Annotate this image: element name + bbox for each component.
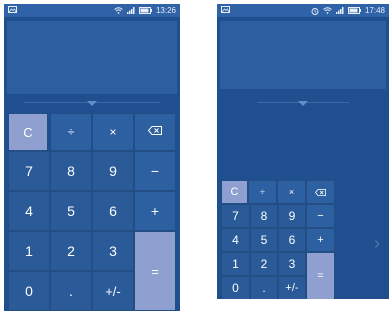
backspace-icon — [314, 183, 326, 201]
battery-icon — [138, 7, 152, 14]
alarm-icon — [311, 7, 319, 15]
calculator-screen-large: 13:26 C ÷ × 7 8 9 − 4 5 6 + 1 2 3 = 0 . … — [4, 4, 180, 311]
multiply-button[interactable]: × — [277, 180, 306, 204]
calculator-display — [7, 21, 177, 94]
wifi-icon — [114, 7, 123, 14]
sign-toggle-button[interactable]: +/- — [92, 271, 134, 311]
equals-button[interactable]: = — [134, 231, 176, 311]
chevron-down-icon[interactable] — [87, 101, 97, 106]
minus-button[interactable]: − — [134, 151, 176, 191]
digit-6-button[interactable]: 6 — [92, 191, 134, 231]
backspace-button[interactable] — [134, 113, 176, 151]
digit-8-button[interactable]: 8 — [250, 204, 278, 228]
clear-button[interactable]: C — [8, 113, 48, 151]
divide-button[interactable]: ÷ — [50, 113, 92, 151]
plus-button[interactable]: + — [134, 191, 176, 231]
notification-icon — [221, 6, 230, 13]
sign-toggle-button[interactable]: +/- — [278, 276, 306, 299]
digit-0-button[interactable]: 0 — [221, 276, 250, 299]
status-bar: 17:48 — [217, 4, 389, 17]
backspace-button[interactable] — [306, 180, 335, 204]
chevron-right-icon[interactable]: › — [374, 234, 380, 252]
calculator-display — [220, 21, 386, 89]
plus-button[interactable]: + — [306, 228, 335, 252]
digit-9-button[interactable]: 9 — [278, 204, 306, 228]
divide-button[interactable]: ÷ — [248, 180, 277, 204]
clear-button[interactable]: C — [221, 180, 248, 204]
digit-5-button[interactable]: 5 — [250, 228, 278, 252]
notification-icon — [8, 6, 17, 13]
digit-0-button[interactable]: 0 — [8, 271, 50, 311]
keypad: C ÷ × 7 8 9 − 4 5 6 + 1 2 3 = 0 . +/- — [4, 109, 180, 311]
digit-6-button[interactable]: 6 — [278, 228, 306, 252]
decimal-button[interactable]: . — [50, 271, 92, 311]
status-bar: 13:26 — [4, 4, 180, 17]
digit-7-button[interactable]: 7 — [221, 204, 250, 228]
digit-3-button[interactable]: 3 — [92, 231, 134, 271]
decimal-button[interactable]: . — [250, 276, 278, 299]
digit-1-button[interactable]: 1 — [221, 252, 250, 276]
keypad: C ÷ × 7 8 9 − 4 5 6 + 1 2 3 = 0 . +/- — [217, 176, 337, 299]
digit-9-button[interactable]: 9 — [92, 151, 134, 191]
digit-3-button[interactable]: 3 — [278, 252, 306, 276]
digit-2-button[interactable]: 2 — [50, 231, 92, 271]
signal-icon — [335, 7, 344, 14]
wifi-icon — [323, 7, 332, 14]
digit-4-button[interactable]: 4 — [8, 191, 50, 231]
digit-8-button[interactable]: 8 — [50, 151, 92, 191]
battery-icon — [347, 7, 361, 14]
backspace-icon — [147, 126, 162, 138]
calculator-screen-compact: 17:48 C ÷ × 7 8 9 − 4 5 6 + 1 2 3 = 0 . … — [217, 4, 389, 299]
digit-1-button[interactable]: 1 — [8, 231, 50, 271]
equals-button[interactable]: = — [306, 252, 335, 299]
minus-button[interactable]: − — [306, 204, 335, 228]
digit-2-button[interactable]: 2 — [250, 252, 278, 276]
status-time: 13:26 — [155, 6, 176, 15]
status-time: 17:48 — [364, 6, 385, 15]
digit-5-button[interactable]: 5 — [50, 191, 92, 231]
signal-icon — [126, 7, 135, 14]
chevron-down-icon[interactable] — [298, 101, 308, 106]
multiply-button[interactable]: × — [92, 113, 134, 151]
digit-7-button[interactable]: 7 — [8, 151, 50, 191]
digit-4-button[interactable]: 4 — [221, 228, 250, 252]
